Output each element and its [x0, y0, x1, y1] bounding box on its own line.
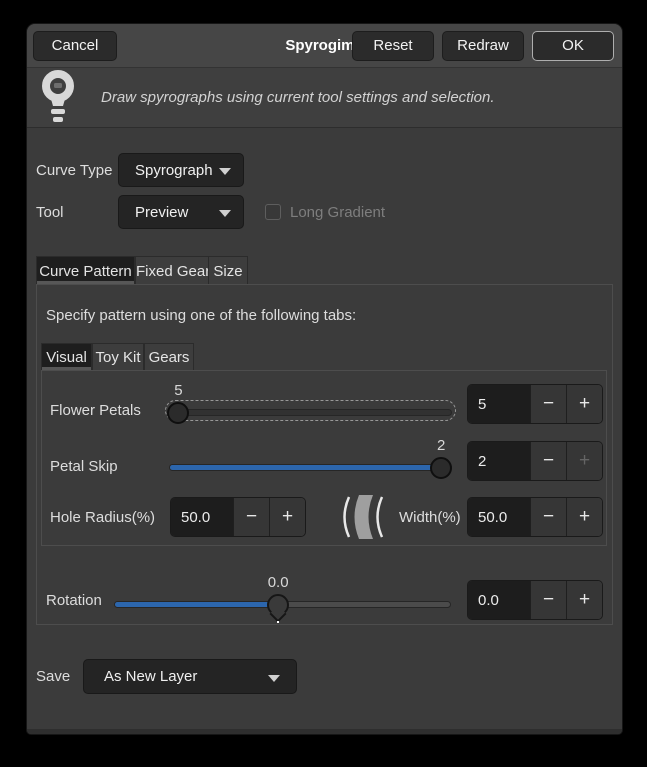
rotation-increment-button[interactable]: + [566, 581, 602, 619]
petal-skip-label: Petal Skip [50, 458, 118, 475]
curve-type-value: Spyrograph [135, 154, 213, 186]
flower-petals-increment-button[interactable]: + [566, 385, 602, 423]
band-width-decrement-button[interactable]: − [530, 498, 566, 536]
slider-handle[interactable] [267, 594, 289, 616]
instruction-text: Specify pattern using one of the followi… [46, 307, 356, 324]
slider-handle[interactable] [167, 402, 189, 424]
reset-button[interactable]: Reset [352, 31, 434, 61]
flower-petals-decrement-button[interactable]: − [530, 385, 566, 423]
slider-fill [115, 602, 278, 607]
long-gradient-checkbox[interactable] [265, 204, 281, 220]
save-value: As New Layer [104, 660, 197, 693]
flower-petals-spinbox: 5 − + [467, 384, 603, 424]
band-width-entry[interactable]: 50.0 [468, 498, 530, 536]
redraw-button[interactable]: Redraw [442, 31, 524, 61]
slider-fill [170, 465, 441, 470]
tab-size[interactable]: Size [208, 256, 248, 285]
tab-gears[interactable]: Gears [144, 343, 194, 371]
hole-radius-spinbox: 50.0 − + [170, 497, 306, 537]
band-width-label: Width(%) [399, 509, 461, 526]
rotation-entry[interactable]: 0.0 [468, 581, 530, 619]
chevron-down-icon [219, 168, 231, 175]
curve-type-label: Curve Type [36, 162, 112, 179]
band-curve-icon [339, 495, 385, 544]
slider-track[interactable] [170, 410, 451, 415]
rotation-slider[interactable]: 0.0 [115, 574, 450, 622]
lightbulb-icon [39, 70, 77, 129]
spyrogimp-dialog: Cancel Spyrogimp Reset Redraw OK Draw sp… [27, 24, 622, 734]
tool-value: Preview [135, 196, 188, 228]
flower-petals-label: Flower Petals [50, 402, 141, 419]
band-width-increment-button[interactable]: + [566, 498, 602, 536]
petal-skip-decrement-button[interactable]: − [530, 442, 566, 480]
rotation-label: Rotation [46, 592, 102, 609]
flower-petals-slider[interactable]: 5 [170, 382, 451, 430]
petal-skip-increment-button: + [566, 442, 602, 480]
plugin-description: Draw spyrographs using current tool sett… [101, 68, 495, 128]
tab-toy-kit[interactable]: Toy Kit [92, 343, 144, 371]
rotation-decrement-button[interactable]: − [530, 581, 566, 619]
rotation-spinbox: 0.0 − + [467, 580, 603, 620]
save-label: Save [36, 668, 70, 685]
long-gradient-label: Long Gradient [290, 204, 385, 221]
tool-dropdown[interactable]: Preview [118, 195, 244, 229]
petal-skip-slider[interactable]: 2 [170, 437, 451, 485]
dialog-header: Cancel Spyrogimp Reset Redraw OK [27, 24, 622, 68]
slider-handle[interactable] [430, 457, 452, 479]
tab-visual[interactable]: Visual [41, 343, 92, 371]
save-dropdown[interactable]: As New Layer [83, 659, 297, 694]
flower-petals-entry[interactable]: 5 [468, 385, 530, 423]
chevron-down-icon [268, 675, 280, 682]
chevron-down-icon [219, 210, 231, 217]
curve-type-dropdown[interactable]: Spyrograph [118, 153, 244, 187]
info-bar: Draw spyrographs using current tool sett… [27, 68, 622, 128]
tab-curve-pattern[interactable]: Curve Pattern [36, 256, 135, 285]
hole-radius-label: Hole Radius(%) [50, 509, 155, 526]
slider-value-label: 5 [174, 382, 182, 399]
ok-button[interactable]: OK [532, 31, 614, 61]
petal-skip-entry[interactable]: 2 [468, 442, 530, 480]
hole-radius-decrement-button[interactable]: − [233, 498, 269, 536]
slider-center-mark [277, 621, 279, 623]
dialog-bottom-edge [27, 729, 622, 734]
tool-label: Tool [36, 204, 64, 221]
slider-value-label: 2 [437, 437, 445, 454]
slider-value-label: 0.0 [268, 574, 289, 591]
hole-radius-entry[interactable]: 50.0 [171, 498, 233, 536]
petal-skip-spinbox: 2 − + [467, 441, 603, 481]
tab-fixed-gear[interactable]: Fixed Gear [135, 256, 209, 285]
band-width-spinbox: 50.0 − + [467, 497, 603, 537]
hole-radius-increment-button[interactable]: + [269, 498, 305, 536]
